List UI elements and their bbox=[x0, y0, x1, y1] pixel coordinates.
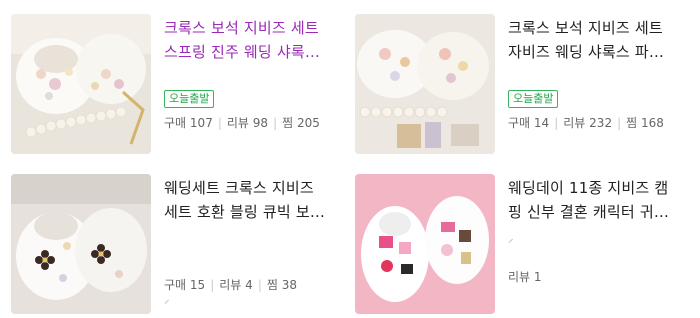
review-label: 리뷰 bbox=[563, 116, 586, 130]
product-info: 크록스 보석 지비즈 세트 스프링 진주 웨딩 샤록… 오늘출발 구매 107 |… bbox=[164, 16, 349, 131]
product-card[interactable]: 크록스 보석 지비즈 세트 스프링 진주 웨딩 샤록… 오늘출발 구매 107 |… bbox=[11, 14, 351, 154]
review-count: 1 bbox=[533, 270, 542, 284]
separator: | bbox=[210, 278, 215, 292]
separator: | bbox=[217, 116, 222, 130]
product-title[interactable]: 웨딩데이 11종 지비즈 캠 핑 신부 결혼 캐릭터 귀… bbox=[508, 176, 693, 224]
title-line: 웨딩데이 11종 지비즈 캠 bbox=[508, 179, 669, 197]
title-line: 핑 신부 결혼 캐릭터 귀… bbox=[508, 203, 670, 221]
product-thumbnail[interactable] bbox=[11, 174, 151, 314]
wishlist-count: 205 bbox=[297, 116, 320, 130]
purchase-count: 107 bbox=[189, 116, 213, 130]
product-info: 웨딩데이 11종 지비즈 캠 핑 신부 결혼 캐릭터 귀… ⸝ 리뷰 1 bbox=[508, 176, 693, 285]
purchase-label: 구매 bbox=[508, 116, 531, 130]
purchase-count: 14 bbox=[533, 116, 550, 130]
white-clogs-pink-charms-image bbox=[355, 174, 495, 314]
purchase-label: 구매 bbox=[164, 278, 187, 292]
separator: | bbox=[554, 116, 559, 130]
purchase-count: 15 bbox=[189, 278, 206, 292]
product-card[interactable]: 웨딩세트 크록스 지비즈 세트 호환 블링 큐빅 보… 구매 15 | 리뷰 4 | 찜… bbox=[11, 174, 351, 314]
wishlist-label: 찜 bbox=[282, 116, 294, 130]
separator: | bbox=[617, 116, 622, 130]
product-info: 웨딩세트 크록스 지비즈 세트 호환 블링 큐빅 보… 구매 15 | 리뷰 4 | 찜… bbox=[164, 176, 349, 305]
review-label: 리뷰 bbox=[508, 270, 531, 284]
product-card[interactable]: 웨딩데이 11종 지비즈 캠 핑 신부 결혼 캐릭터 귀… ⸝ 리뷰 1 bbox=[355, 174, 695, 314]
review-count: 4 bbox=[245, 278, 253, 292]
today-shipping-badge: 오늘출발 bbox=[508, 90, 559, 108]
title-line: 크록스 보석 지비즈 세트 bbox=[164, 19, 319, 37]
title-line: 스프링 진주 웨딩 샤록… bbox=[164, 43, 321, 61]
product-stats: 구매 15 | 리뷰 4 | 찜 38 bbox=[164, 276, 349, 293]
product-thumbnail[interactable] bbox=[11, 14, 151, 154]
title-line: 웨딩세트 크록스 지비즈 bbox=[164, 179, 314, 197]
product-thumbnail[interactable] bbox=[355, 14, 495, 154]
product-stats: 리뷰 1 bbox=[508, 268, 693, 285]
review-label: 리뷰 bbox=[219, 278, 242, 292]
product-info: 크록스 보석 지비즈 세트 자비즈 웨딩 샤록스 파… 오늘출발 구매 14 | 리… bbox=[508, 16, 693, 131]
review-count: 232 bbox=[589, 116, 613, 130]
wishlist-label: 찜 bbox=[626, 116, 638, 130]
product-stats: 구매 14 | 리뷰 232 | 찜 168 bbox=[508, 114, 693, 131]
product-title[interactable]: 웨딩세트 크록스 지비즈 세트 호환 블링 큐빅 보… bbox=[164, 176, 349, 224]
product-stats: 구매 107 | 리뷰 98 | 찜 205 bbox=[164, 114, 349, 131]
today-shipping-badge: 오늘출발 bbox=[164, 90, 215, 108]
white-clogs-flower-charms-image bbox=[11, 174, 151, 314]
wishlist-label: 찜 bbox=[266, 278, 278, 292]
title-line: 자비즈 웨딩 샤록스 파… bbox=[508, 43, 665, 61]
wishlist-count: 38 bbox=[281, 278, 298, 292]
more-info-mark: ⸝ bbox=[508, 232, 514, 245]
review-label: 리뷰 bbox=[226, 116, 249, 130]
product-title[interactable]: 크록스 보석 지비즈 세트 스프링 진주 웨딩 샤록… bbox=[164, 16, 349, 64]
review-count: 98 bbox=[252, 116, 269, 130]
product-title[interactable]: 크록스 보석 지비즈 세트 자비즈 웨딩 샤록스 파… bbox=[508, 16, 693, 64]
more-info-mark: ⸝ bbox=[164, 293, 170, 306]
separator: | bbox=[257, 278, 262, 292]
title-line: 세트 호환 블링 큐빅 보… bbox=[164, 203, 326, 221]
white-clogs-jewel-charms-image bbox=[355, 14, 495, 154]
wishlist-count: 168 bbox=[641, 116, 664, 130]
product-card[interactable]: 크록스 보석 지비즈 세트 자비즈 웨딩 샤록스 파… 오늘출발 구매 14 | 리… bbox=[355, 14, 695, 154]
white-clogs-pearl-charms-image bbox=[11, 14, 151, 154]
product-thumbnail[interactable] bbox=[355, 174, 495, 314]
title-line: 크록스 보석 지비즈 세트 bbox=[508, 19, 663, 37]
purchase-label: 구매 bbox=[164, 116, 187, 130]
separator: | bbox=[273, 116, 278, 130]
